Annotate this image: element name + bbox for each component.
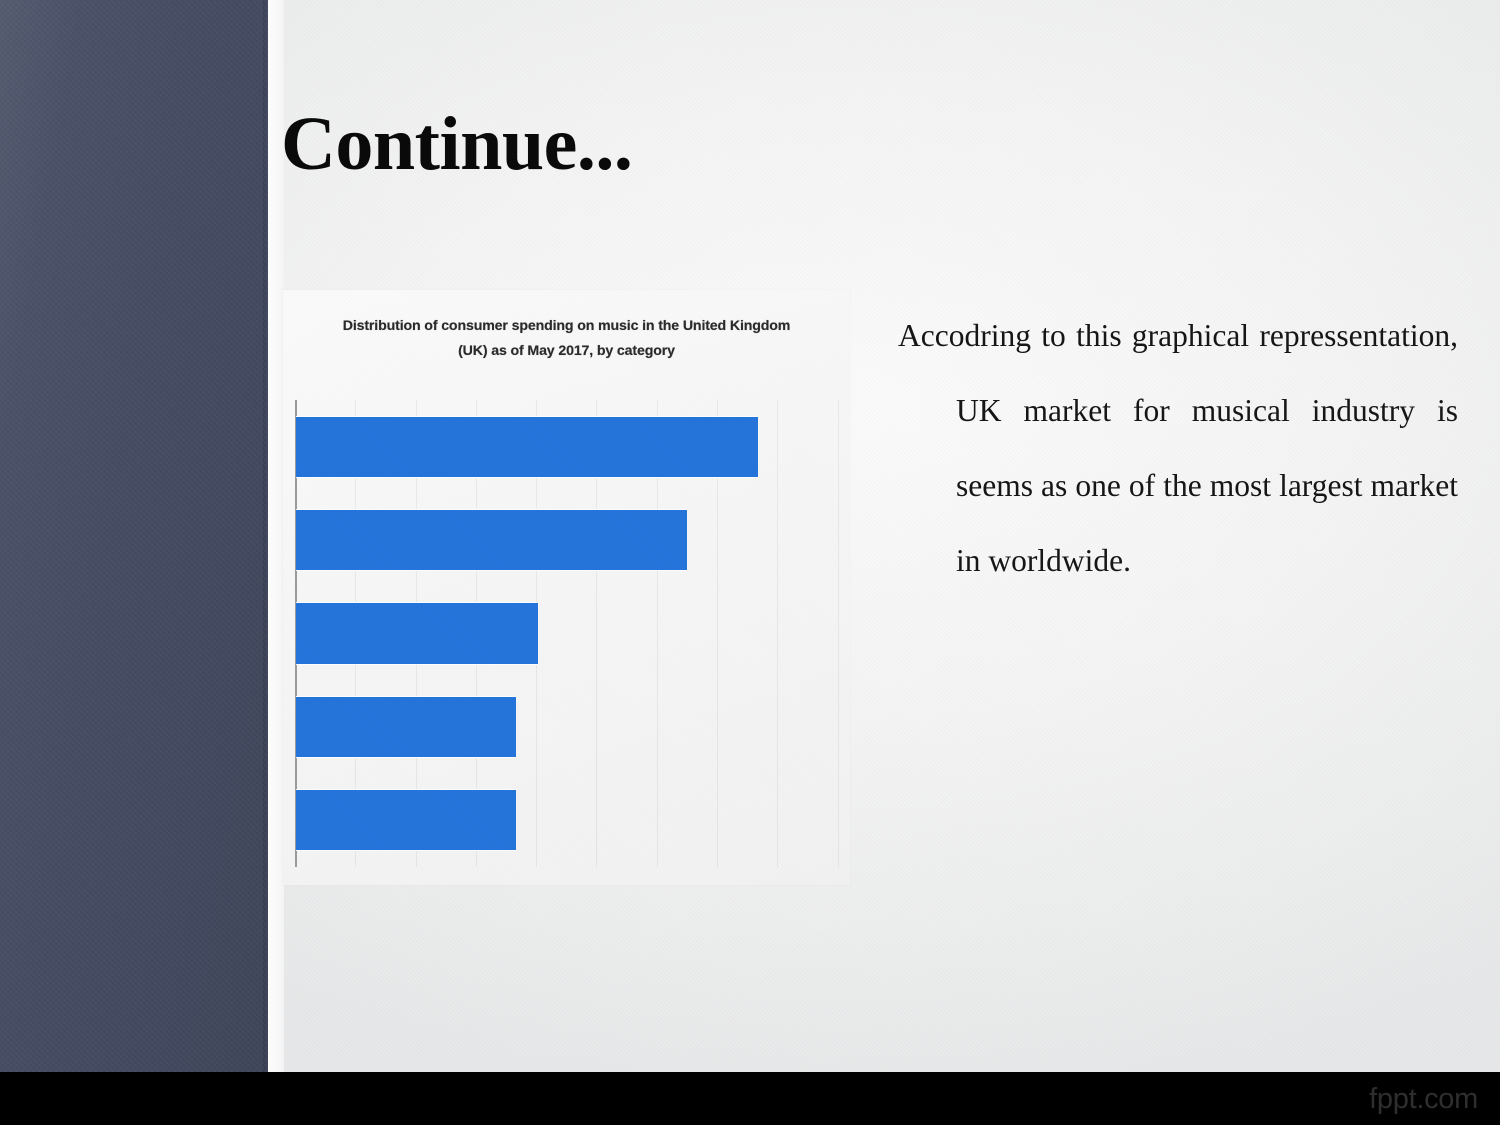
chart-title: Distribution of consumer spending on mus… [305,314,828,364]
page-title: Continue... [281,102,633,186]
chart-bar [296,509,687,571]
chart-bar [296,790,516,851]
chart-gridline [838,400,839,867]
fppt-watermark: fppt.com [1369,1083,1478,1115]
chart-plot-area [295,400,839,867]
chart-bar [296,416,758,477]
chart-image-card: Distribution of consumer spending on mus… [283,290,850,885]
chart-bars-group [295,400,838,867]
slide-sidebar-panel [0,0,268,1072]
footer-bar: fppt.com [0,1072,1500,1125]
presentation-slide: Continue... Distribution of consumer spe… [0,0,1500,1125]
body-paragraph: Accodring to this graphical repressentat… [898,318,1458,578]
chart-bar [296,696,516,757]
chart-title-line-2: (UK) as of May 2017, by category [458,343,675,359]
chart-title-line-1: Distribution of consumer spending on mus… [342,318,791,334]
chart-bar [296,603,538,664]
